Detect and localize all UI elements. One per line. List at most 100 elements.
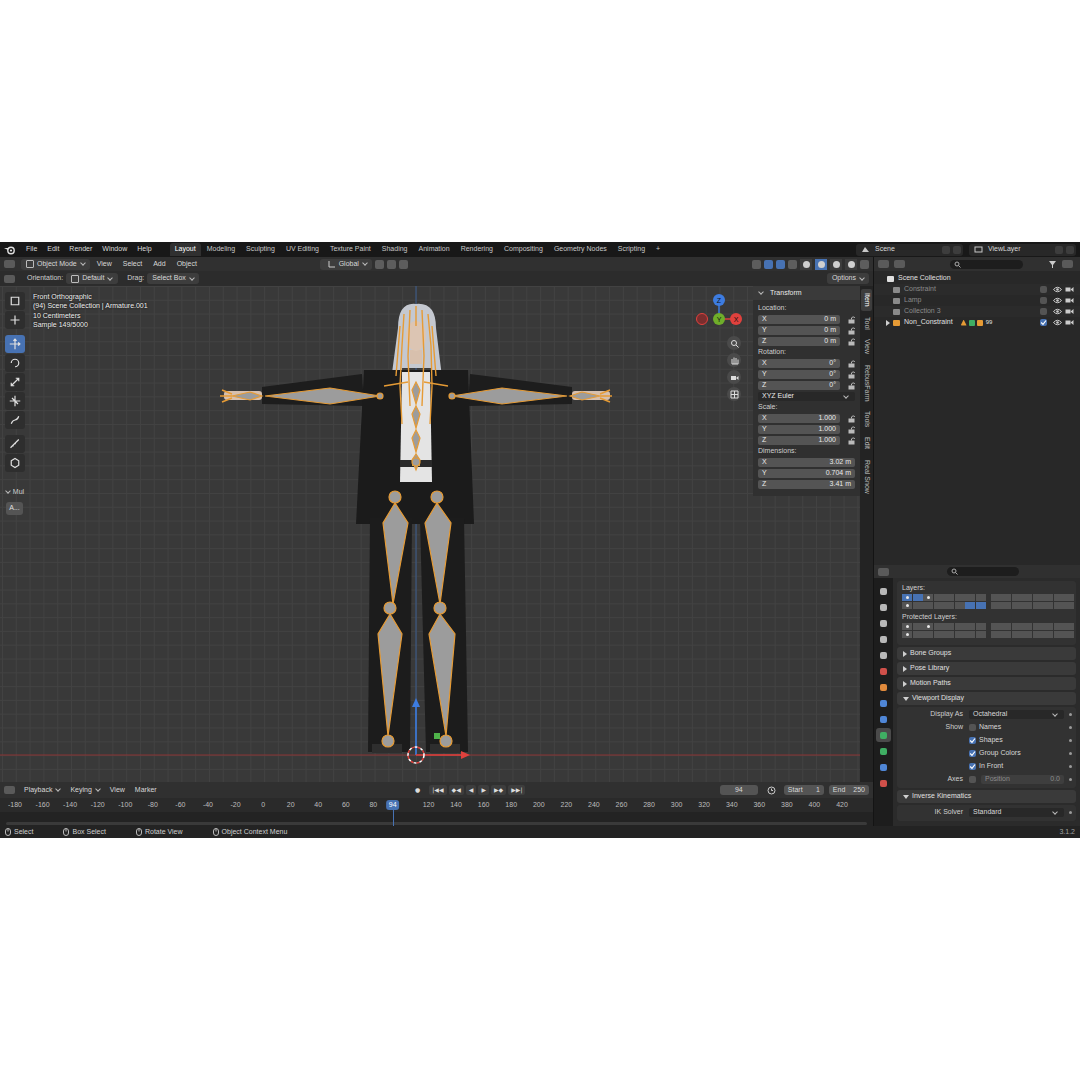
playback-button[interactable]: |◀◀ <box>429 785 446 794</box>
protected-layer-button[interactable] <box>944 623 954 630</box>
workspace-tab[interactable]: Rendering <box>456 243 498 255</box>
header-menu[interactable]: Object <box>173 260 201 268</box>
exclude-checkbox[interactable] <box>1040 319 1047 326</box>
properties-tab[interactable] <box>876 584 891 598</box>
tool-button[interactable] <box>5 411 25 429</box>
animate-dot[interactable] <box>1069 811 1072 814</box>
xray-icon[interactable] <box>788 260 797 269</box>
visibility-icon[interactable] <box>752 260 761 269</box>
properties-tab[interactable] <box>876 632 891 646</box>
protected-layer-button[interactable] <box>934 631 944 638</box>
tool-button[interactable] <box>5 311 25 329</box>
tool-button[interactable] <box>5 373 25 391</box>
display-as-dropdown[interactable]: Octahedral <box>969 710 1064 719</box>
menu-item[interactable]: Render <box>65 245 96 253</box>
editor-type-icon[interactable] <box>878 260 889 268</box>
zoom-icon[interactable] <box>727 336 741 350</box>
menu-item[interactable]: Edit <box>43 245 63 253</box>
lock-icon[interactable] <box>848 327 855 335</box>
workspace-tab[interactable]: Layout <box>170 243 201 255</box>
header-menu[interactable]: Add <box>149 260 169 268</box>
protected-layer-button[interactable] <box>965 623 975 630</box>
protected-layer-button[interactable] <box>913 631 923 638</box>
layer-button[interactable] <box>1064 602 1074 609</box>
protected-layer-button[interactable] <box>1001 631 1011 638</box>
protected-layer-button[interactable] <box>1054 631 1064 638</box>
camera-icon[interactable] <box>1065 319 1074 326</box>
protected-layer-button[interactable] <box>991 631 1001 638</box>
sidebar-tab[interactable]: Real Snow <box>861 456 872 498</box>
layer-button[interactable] <box>1043 602 1053 609</box>
shading-mode-icon[interactable] <box>815 259 827 270</box>
options-dropdown[interactable]: Options <box>827 273 869 284</box>
outliner-item[interactable]: Lamp <box>874 295 1080 306</box>
timeline-menu[interactable]: Keying <box>66 786 103 794</box>
panel-header[interactable]: Pose Library <box>897 662 1076 675</box>
dimensions-field[interactable]: X3.02 m <box>758 458 855 467</box>
layer-button[interactable] <box>955 594 965 601</box>
outliner-item[interactable]: Non_Constraint99 <box>874 317 1080 328</box>
protected-layer-button[interactable] <box>991 623 1001 630</box>
properties-tab[interactable] <box>876 680 891 694</box>
grid-icon[interactable] <box>727 387 741 401</box>
timeline-menu[interactable]: View <box>106 786 129 794</box>
protected-layer-button[interactable] <box>1054 623 1064 630</box>
protected-layer-button[interactable] <box>902 623 912 630</box>
animate-dot[interactable] <box>1069 713 1072 716</box>
properties-tab[interactable] <box>876 712 891 726</box>
armature-figure[interactable] <box>0 286 873 782</box>
layer-button[interactable] <box>976 594 986 601</box>
overlay-icon[interactable] <box>776 260 785 269</box>
workspace-tab[interactable]: Texture Paint <box>325 243 376 255</box>
outliner-label[interactable]: Collection 3 <box>904 307 941 315</box>
layer-button[interactable] <box>991 594 1001 601</box>
show-option[interactable]: Shapes <box>969 736 1064 744</box>
tool-button[interactable] <box>5 435 25 453</box>
protected-layer-button[interactable] <box>1022 631 1032 638</box>
start-frame-field[interactable]: Start1 <box>784 785 824 795</box>
properties-tab[interactable] <box>876 728 891 742</box>
current-frame-field[interactable]: 94 <box>720 785 758 795</box>
layer-button[interactable] <box>902 602 912 609</box>
properties-tab[interactable] <box>876 616 891 630</box>
protected-layer-button[interactable] <box>1033 623 1043 630</box>
animate-dot[interactable] <box>1069 752 1072 755</box>
protected-layer-button[interactable] <box>1043 631 1053 638</box>
shading-mode-icon[interactable] <box>845 259 857 270</box>
axes-position-field[interactable]: Position0.0 <box>981 775 1064 784</box>
scale-field[interactable]: Y1.000 <box>758 425 840 434</box>
timeline-menu[interactable]: Playback <box>20 786 64 794</box>
rotation-field[interactable]: Z0° <box>758 381 840 390</box>
scene-name[interactable]: Scene <box>873 245 939 253</box>
exclude-checkbox[interactable] <box>1040 297 1047 304</box>
animate-dot[interactable] <box>1069 765 1072 768</box>
camera-icon[interactable] <box>1065 297 1074 304</box>
workspace-tab[interactable]: Animation <box>414 243 455 255</box>
proportional-icon[interactable] <box>399 260 408 269</box>
outliner-item[interactable]: Collection 3 <box>874 306 1080 317</box>
pivot-icon[interactable] <box>375 260 384 269</box>
outliner-label[interactable]: Scene Collection <box>898 274 951 282</box>
shading-options-icon[interactable] <box>860 260 869 269</box>
animate-dot[interactable] <box>1069 726 1072 729</box>
checkbox[interactable] <box>969 724 976 731</box>
camera-icon[interactable] <box>1065 308 1074 315</box>
show-option[interactable]: Group Colors <box>969 749 1064 757</box>
tool-button[interactable] <box>5 454 25 472</box>
menu-item[interactable]: Window <box>98 245 131 253</box>
protected-layer-button[interactable] <box>976 623 986 630</box>
properties-tab[interactable] <box>876 664 891 678</box>
location-field[interactable]: Z0 m <box>758 337 840 346</box>
layer-button[interactable] <box>934 594 944 601</box>
outliner-item[interactable]: Constraint <box>874 284 1080 295</box>
close-icon[interactable] <box>953 246 961 254</box>
checkbox[interactable] <box>969 763 976 770</box>
rotation-field[interactable]: X0° <box>758 359 840 368</box>
sidebar-tab[interactable]: Tools <box>861 407 872 431</box>
playback-button[interactable]: ▶ <box>478 785 489 794</box>
protected-layer-button[interactable] <box>923 623 933 630</box>
lock-icon[interactable] <box>848 338 855 346</box>
orientation-dropdown[interactable]: Default <box>66 273 118 284</box>
end-frame-field[interactable]: End250 <box>829 785 869 795</box>
layer-button[interactable] <box>1001 602 1011 609</box>
